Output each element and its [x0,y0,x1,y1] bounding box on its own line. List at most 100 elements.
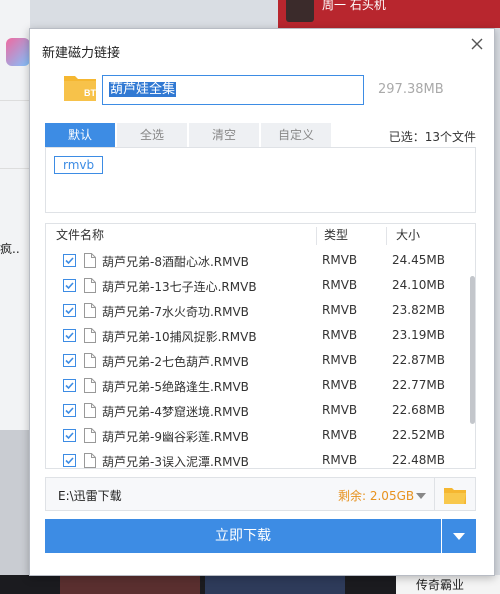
file-icon [84,453,96,468]
path-divider [434,478,435,510]
background-avatar [286,0,314,22]
background-left-lower [0,430,30,594]
table-row[interactable]: 葫芦兄弟-10捕风捉影.RMVB RMVB 23.19MB [46,324,466,348]
file-icon [84,403,96,418]
file-type: RMVB [322,278,358,292]
file-type: RMVB [322,353,358,367]
tab-select-all[interactable]: 全选 [117,123,187,147]
table-row[interactable]: 葫芦兄弟-2七色葫芦.RMVB RMVB 22.87MB [46,349,466,373]
selection-tabs: 默认 全选 清空 自定义 [45,123,333,147]
download-options-button[interactable] [442,519,476,553]
file-name: 葫芦兄弟-4梦窟迷境.RMVB [102,405,249,419]
file-icon [84,378,96,393]
background-app-strip: 周一 石头机 [278,0,500,28]
row-checkbox[interactable] [63,354,76,367]
file-size: 23.19MB [392,328,445,342]
type-chip-rmvb[interactable]: rmvb [54,156,104,174]
table-row[interactable]: 葫芦兄弟-4梦窟迷境.RMVB RMVB 22.68MB [46,399,466,423]
file-name: 葫芦兄弟-5绝路逢生.RMVB [102,380,249,394]
column-header-size[interactable]: 大小 [396,224,420,246]
free-space: 剩余: 2.05GB [338,489,415,503]
table-row[interactable]: 葫芦兄弟-9幽谷彩莲.RMVB RMVB 22.52MB [46,424,466,448]
file-size: 22.68MB [392,403,445,417]
column-header-name[interactable]: 文件名称 [56,224,104,246]
tab-default[interactable]: 默认 [45,123,115,147]
scrollbar-thumb[interactable] [470,276,475,424]
background-left-word: 疯.. [0,242,20,256]
file-name: 葫芦兄弟-10捕风捉影.RMVB [102,330,257,344]
task-name-value: 葫芦娃全集 [109,82,177,97]
open-folder-icon[interactable] [443,485,467,505]
save-path-bar[interactable]: E:\迅雷下载 剩余: 2.05GB [45,477,476,511]
background-ad: 传奇霸业 [396,575,500,594]
column-header-type[interactable]: 类型 [324,224,348,246]
background-divider [0,100,30,101]
file-size: 22.77MB [392,378,445,392]
row-checkbox[interactable] [63,279,76,292]
file-name: 葫芦兄弟-7水火奇功.RMVB [102,305,249,319]
file-icon [84,278,96,293]
file-size: 24.45MB [392,253,445,267]
file-name: 葫芦兄弟-9幽谷彩莲.RMVB [102,430,249,444]
file-size: 23.82MB [392,303,445,317]
folder-bt-icon: BT [62,71,98,103]
svg-text:BT: BT [84,88,96,98]
table-row[interactable]: 葫芦兄弟-13七子连心.RMVB RMVB 24.10MB [46,274,466,298]
task-name-input[interactable]: 葫芦娃全集 [102,75,364,105]
file-name: 葫芦兄弟-8酒酣心冰.RMVB [102,255,249,269]
background-left-panel: 疯.. [0,0,30,594]
file-size: 22.87MB [392,353,445,367]
file-icon [84,328,96,343]
file-type-filter-panel: rmvb [45,147,476,213]
file-name: 葫芦兄弟-13七子连心.RMVB [102,280,257,294]
chevron-down-icon [453,533,465,540]
row-checkbox[interactable] [63,304,76,317]
file-list-scrollbar[interactable] [468,248,475,468]
file-list-table: 文件名称 类型 大小 葫芦兄弟-8酒酣心冰.RMVB RMVB 24.45MB … [45,223,476,469]
file-type: RMVB [322,328,358,342]
file-type: RMVB [322,403,358,417]
new-magnet-link-dialog: 新建磁力链接 BT 葫芦娃全集 297.38MB 默认 全选 清空 自定义 已选… [29,28,495,576]
row-checkbox[interactable] [63,429,76,442]
table-row[interactable]: 葫芦兄弟-5绝路逢生.RMVB RMVB 22.77MB [46,374,466,398]
background-divider [0,168,30,169]
column-divider [316,227,317,245]
file-type: RMVB [322,453,358,467]
tab-clear[interactable]: 清空 [189,123,259,147]
file-name: 葫芦兄弟-2七色葫芦.RMVB [102,355,249,369]
save-path[interactable]: E:\迅雷下载 [58,487,122,504]
background-top-text: 周一 石头机 [322,0,386,12]
background-thumbnail [60,575,200,594]
file-icon [84,353,96,368]
column-divider [386,227,387,245]
file-type: RMVB [322,303,358,317]
table-row[interactable]: 葫芦兄弟-3误入泥潭.RMVB RMVB 22.48MB [46,449,466,469]
row-checkbox[interactable] [63,454,76,467]
file-name: 葫芦兄弟-3误入泥潭.RMVB [102,455,249,469]
row-checkbox[interactable] [63,379,76,392]
table-row[interactable]: 葫芦兄弟-8酒酣心冰.RMVB RMVB 24.45MB [46,249,466,273]
selected-count: 已选：13个文件 [388,130,476,144]
close-icon[interactable] [468,35,486,53]
file-type: RMVB [322,428,358,442]
dialog-title: 新建磁力链接 [42,46,121,61]
file-type: RMVB [322,253,358,267]
chevron-down-icon[interactable] [416,489,426,499]
row-checkbox[interactable] [63,329,76,342]
row-checkbox[interactable] [63,254,76,267]
file-size: 22.52MB [392,428,445,442]
tab-custom[interactable]: 自定义 [261,123,331,147]
background-thumbnail [205,575,345,594]
file-icon [84,253,96,268]
file-size: 24.10MB [392,278,445,292]
background-bottom-strip: 传奇霸业 [0,575,500,594]
total-size: 297.38MB [378,82,444,97]
file-icon [84,428,96,443]
download-now-button[interactable]: 立即下载 [45,519,441,553]
file-icon [84,303,96,318]
background-app-logo [6,38,30,66]
row-checkbox[interactable] [63,404,76,417]
table-row[interactable]: 葫芦兄弟-7水火奇功.RMVB RMVB 23.82MB [46,299,466,323]
file-size: 22.48MB [392,453,445,467]
background-ad-text: 传奇霸业 [416,578,465,592]
